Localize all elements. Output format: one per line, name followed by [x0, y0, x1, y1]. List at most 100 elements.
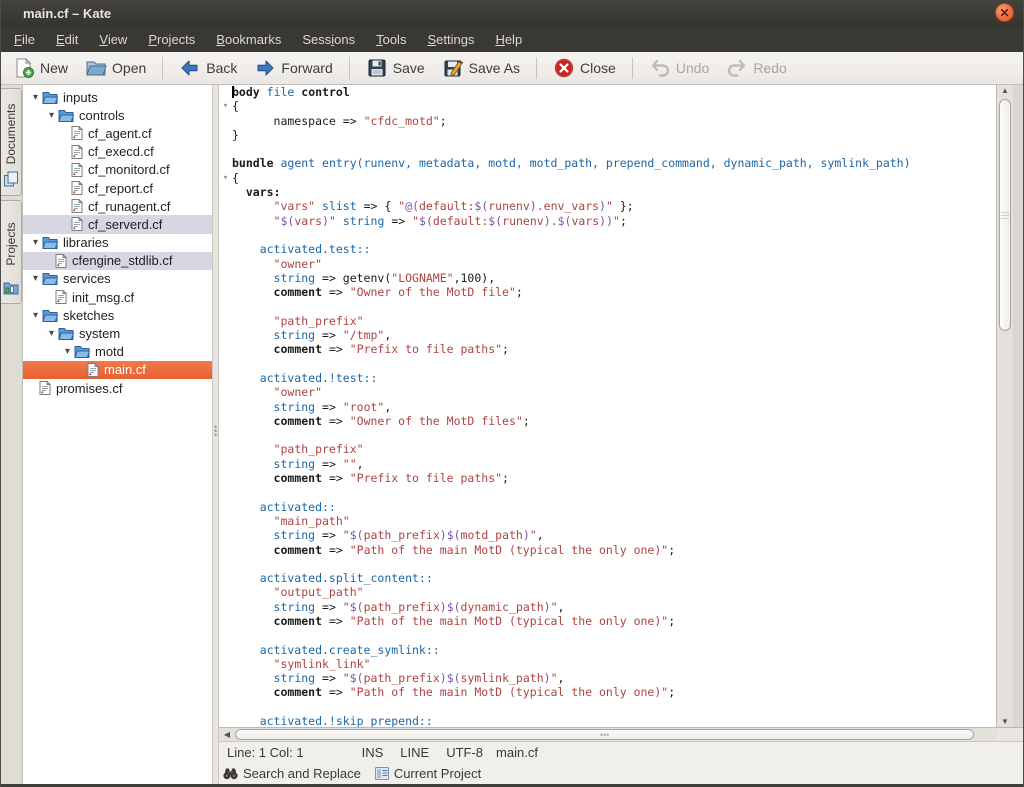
tree-item-promises-cf[interactable]: promises.cf [23, 379, 212, 397]
gutter-cell [219, 500, 232, 514]
expander-arrow-icon[interactable]: ▾ [45, 328, 58, 339]
menu-tools[interactable]: Tools [376, 32, 406, 47]
toolbar-separator [632, 57, 633, 79]
code-line: comment => "Owner of the MotD files"; [232, 414, 530, 428]
fold-marker-icon[interactable]: ▾ [219, 99, 232, 113]
undo-icon [649, 57, 671, 79]
tree-item-cf_execd-cf[interactable]: cf_execd.cf [23, 143, 212, 161]
code-line: "path_prefix" [232, 314, 364, 328]
expander-arrow-icon[interactable]: ▾ [29, 237, 42, 248]
horizontal-scroll-thumb[interactable]: ••• [235, 729, 974, 740]
code-line: activated.create_symlink:: [232, 643, 440, 657]
scroll-left-arrow-icon[interactable]: ◀ [219, 728, 235, 741]
toolbar-button-label: Save As [469, 60, 520, 76]
horizontal-scrollbar[interactable]: ◀ ••• [219, 727, 1023, 741]
gutter-cell [219, 543, 232, 557]
tree-item-libraries[interactable]: ▾libraries [23, 234, 212, 252]
file-icon [71, 163, 83, 177]
tree-item-label: cfengine_stdlib.cf [72, 253, 172, 268]
gutter-cell [219, 314, 232, 328]
tree-item-inputs[interactable]: ▾inputs [23, 88, 212, 106]
undo-button: Undo [645, 55, 713, 81]
gutter-cell [219, 342, 232, 356]
scroll-up-arrow-icon[interactable]: ▲ [997, 86, 1013, 95]
tree-item-controls[interactable]: ▾controls [23, 106, 212, 124]
tree-item-cf_report-cf[interactable]: cf_report.cf [23, 179, 212, 197]
sidebar-tab-label: Documents [4, 103, 18, 164]
expander-arrow-icon[interactable]: ▾ [29, 92, 42, 103]
bottom-toolview-bar: Search and Replace Current Project [219, 763, 1023, 784]
insert-mode-status[interactable]: INS [362, 745, 384, 760]
tree-item-services[interactable]: ▾ services [23, 270, 212, 288]
expander-arrow-icon[interactable]: ▾ [45, 110, 58, 121]
sidebar-tab-documents[interactable]: Documents [1, 88, 22, 196]
expander-arrow-icon[interactable]: ▾ [29, 310, 42, 321]
back-button[interactable]: Back [175, 55, 241, 81]
tree-item-sketches[interactable]: ▾ sketches [23, 306, 212, 324]
tree-item-motd[interactable]: ▾motd [23, 343, 212, 361]
menu-projects[interactable]: Projects [148, 32, 195, 47]
code-line: comment => "Owner of the MotD file"; [232, 285, 523, 299]
project-view-icon [375, 767, 389, 780]
tree-item-cfengine_stdlib-cf[interactable]: cfengine_stdlib.cf [23, 252, 212, 270]
panel-splitter[interactable]: ••• [212, 85, 219, 784]
code-area[interactable]: body file control▾{ namespace => "cfdc_m… [219, 85, 996, 727]
gutter-cell [219, 414, 232, 428]
eol-mode-status[interactable]: LINE [400, 745, 429, 760]
menu-view[interactable]: View [99, 32, 127, 47]
cursor-position-status: Line: 1 Col: 1 [227, 745, 304, 760]
search-and-replace-button[interactable]: Search and Replace [223, 766, 361, 781]
close-button[interactable]: Close [549, 55, 620, 81]
new-button[interactable]: New [9, 55, 72, 81]
menu-bookmarks[interactable]: Bookmarks [216, 32, 281, 47]
expander-arrow-icon[interactable]: ▾ [29, 273, 42, 284]
scroll-grip-icon: ——— [1001, 211, 1009, 220]
menu-help[interactable]: Help [495, 32, 522, 47]
gutter-cell [219, 257, 232, 271]
sidebar-tab-projects[interactable]: Projects [1, 200, 22, 304]
tree-item-cf_monitord-cf[interactable]: cf_monitord.cf [23, 161, 212, 179]
window-close-button[interactable]: ✕ [995, 3, 1014, 22]
gutter-cell [219, 643, 232, 657]
scroll-down-arrow-icon[interactable]: ▼ [997, 717, 1013, 726]
sidebar-tab-label: Projects [4, 222, 18, 265]
current-project-button[interactable]: Current Project [375, 766, 481, 781]
menu-file[interactable]: File [14, 32, 35, 47]
tree-item-cf_runagent-cf[interactable]: cf_runagent.cf [23, 197, 212, 215]
vertical-scroll-thumb[interactable]: ——— [999, 99, 1011, 331]
tree-item-main-cf[interactable]: main.cf [23, 361, 212, 379]
code-line: string => "$(path_prefix)$(motd_path)", [232, 528, 544, 542]
encoding-status[interactable]: UTF-8 [446, 745, 483, 760]
toolbar-button-label: Undo [676, 60, 709, 76]
open-button[interactable]: Open [81, 55, 150, 81]
save-button[interactable]: Save [362, 55, 429, 81]
file-icon [39, 381, 51, 395]
gutter-cell [219, 657, 232, 671]
menu-edit[interactable]: Edit [56, 32, 78, 47]
tree-item-system[interactable]: ▾system [23, 324, 212, 342]
folder-icon [42, 91, 58, 104]
tree-item-init_msg-cf[interactable]: init_msg.cf [23, 288, 212, 306]
vertical-scrollbar[interactable]: ▲ ——— ▼ [996, 85, 1013, 727]
code-line: string => "$(path_prefix)$(symlink_path)… [232, 671, 564, 685]
fold-marker-icon[interactable]: ▾ [219, 171, 232, 185]
tree-item-cf_serverd-cf[interactable]: cf_serverd.cf [23, 215, 212, 233]
tree-item-label: cf_monitord.cf [88, 162, 170, 177]
menu-sessions[interactable]: Sessions [302, 32, 355, 47]
gutter-cell [219, 700, 232, 714]
menu-settings[interactable]: Settings [427, 32, 474, 47]
tree-item-cf_agent-cf[interactable]: cf_agent.cf [23, 124, 212, 142]
project-file-tree[interactable]: ▾inputs▾controlscf_agent.cfcf_execd.cfcf… [23, 85, 212, 784]
save-as-button[interactable]: Save As [438, 55, 524, 81]
scrollbar-corner [997, 728, 1023, 741]
right-edge-margin [1013, 85, 1023, 727]
code-line: { [232, 171, 239, 185]
horizontal-scroll-track[interactable]: ••• [235, 728, 997, 741]
tree-item-label: services [63, 271, 111, 286]
tree-item-label: sketches [63, 308, 114, 323]
gutter-cell [219, 156, 232, 170]
code-line: "vars" slist => { "@(default:$(runenv).e… [232, 199, 634, 213]
forward-button[interactable]: Forward [250, 55, 336, 81]
expander-arrow-icon[interactable]: ▾ [61, 346, 74, 357]
toolbar-button-label: Close [580, 60, 616, 76]
